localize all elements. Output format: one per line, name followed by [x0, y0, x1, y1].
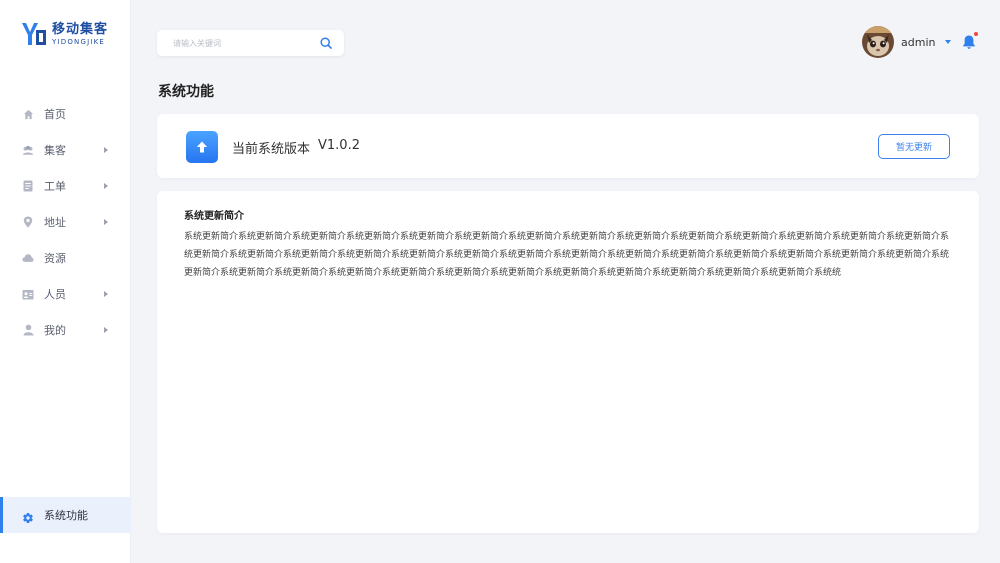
- version-label: 当前系统版本: [232, 142, 311, 157]
- search-icon[interactable]: [320, 37, 332, 49]
- sidebar-item-label: 工单: [44, 180, 66, 193]
- upload-arrow-icon: [186, 131, 218, 163]
- description-title: 系统更新简介: [184, 211, 244, 222]
- sidebar-item-label: 人员: [44, 288, 66, 301]
- sidebar-item-label: 资源: [44, 252, 66, 265]
- sidebar-item-label: 首页: [44, 108, 66, 121]
- brand-logo[interactable]: 移动集客 YIDONGJIKE: [20, 20, 108, 48]
- sidebar-item-label: 集客: [44, 144, 66, 157]
- id-card-icon: [22, 288, 34, 300]
- location-pin-icon: [22, 216, 34, 228]
- page-title: 系统功能: [158, 84, 214, 100]
- version-number: V1.0.2: [318, 138, 360, 153]
- bell-icon[interactable]: [961, 34, 977, 50]
- cloud-icon: [22, 252, 34, 264]
- brand-subtitle: YIDONGJIKE: [52, 37, 106, 46]
- sidebar-item-staff[interactable]: 人员: [0, 276, 131, 312]
- sidebar-item-workorder[interactable]: 工单: [0, 168, 131, 204]
- sidebar-item-label: 系统功能: [44, 509, 88, 522]
- sidebar-item-system-functions[interactable]: 系统功能: [0, 497, 131, 533]
- document-icon: [22, 180, 34, 192]
- update-description-card: 系统更新简介 系统更新简介系统更新简介系统更新简介系统更新简介系统更新简介系统更…: [157, 191, 979, 533]
- caret-down-icon[interactable]: [945, 40, 952, 44]
- avatar[interactable]: [862, 26, 894, 58]
- brand-title: 移动集客: [52, 21, 109, 37]
- users-icon: [22, 144, 34, 156]
- sidebar-item-label: 我的: [44, 324, 66, 337]
- user-name: admin: [901, 35, 936, 49]
- chevron-right-icon: [104, 327, 108, 333]
- sidebar-item-jike[interactable]: 集客: [0, 132, 131, 168]
- chevron-right-icon: [104, 147, 108, 153]
- description-body: 系统更新简介系统更新简介系统更新简介系统更新简介系统更新简介系统更新简介系统更新…: [184, 232, 950, 278]
- gear-icon: [22, 509, 34, 524]
- search-input[interactable]: [173, 38, 313, 48]
- user-menu[interactable]: admin: [862, 26, 952, 58]
- logo-mark-icon: [22, 23, 46, 45]
- sidebar-item-resource[interactable]: 资源: [0, 240, 131, 276]
- no-update-button[interactable]: 暂无更新: [878, 134, 950, 159]
- home-icon: [22, 108, 34, 120]
- sidebar: 移动集客 YIDONGJIKE 首页 集客 工单 地址 资源 人员 我的 系统功…: [0, 0, 131, 563]
- chevron-right-icon: [104, 183, 108, 189]
- sidebar-item-home[interactable]: 首页: [0, 96, 131, 132]
- sidebar-item-label: 地址: [44, 216, 66, 229]
- notification-badge: [974, 32, 978, 36]
- sidebar-item-address[interactable]: 地址: [0, 204, 131, 240]
- chevron-right-icon: [104, 291, 108, 297]
- search-bar: [157, 30, 344, 56]
- sidebar-menu: 首页 集客 工单 地址 资源 人员 我的: [0, 96, 131, 348]
- sidebar-item-mine[interactable]: 我的: [0, 312, 131, 348]
- chevron-right-icon: [104, 219, 108, 225]
- user-icon: [22, 324, 34, 336]
- version-card: 当前系统版本 V1.0.2 暂无更新: [157, 114, 979, 178]
